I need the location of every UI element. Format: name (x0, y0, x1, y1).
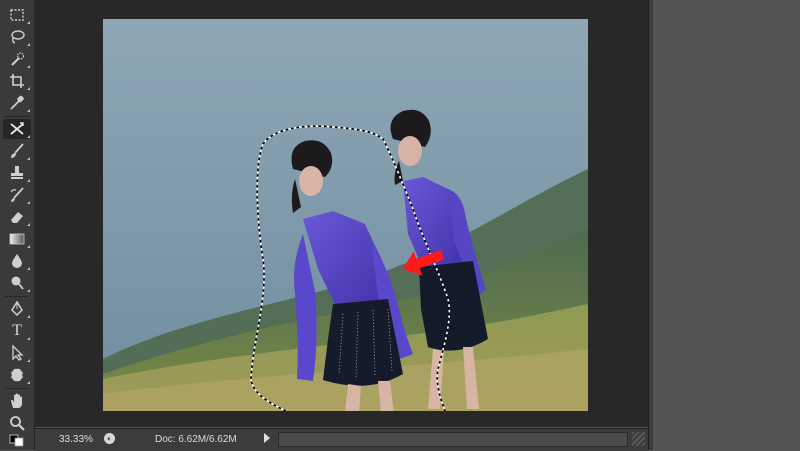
status-info-icon[interactable]: ◐ (104, 433, 115, 444)
fg-bg-color-icon (9, 434, 24, 447)
brush-tool[interactable] (3, 141, 31, 161)
status-bar: 33.33% ◐ Doc: 6.62M/6.62M (35, 428, 648, 451)
brush-icon (11, 143, 24, 158)
zoom-level[interactable]: 33.33% (59, 434, 93, 445)
crop-tool[interactable] (3, 71, 31, 91)
content-aware-move-tool[interactable] (3, 119, 31, 139)
photo-woman-on-hillside (103, 19, 588, 411)
pen-tool[interactable] (3, 299, 31, 319)
tools-panel: T (0, 0, 35, 450)
zoom-icon (10, 416, 25, 431)
gradient-tool[interactable] (3, 229, 31, 249)
blur-drop-icon (12, 254, 22, 268)
history-brush-tool[interactable] (3, 185, 31, 205)
panel-scroll-strip[interactable] (649, 0, 653, 450)
custom-shape-icon (11, 368, 23, 382)
horizontal-scrollbar[interactable] (278, 432, 628, 447)
gradient-icon (9, 233, 25, 245)
lasso-icon (11, 30, 25, 44)
rect-marquee-icon (10, 9, 24, 21)
eyedropper-tool[interactable] (3, 93, 31, 113)
dodge-icon (11, 276, 24, 290)
history-brush-icon (10, 187, 24, 202)
pen-icon (11, 300, 23, 317)
clone-stamp-tool[interactable] (3, 163, 31, 183)
path-select-arrow-icon (12, 344, 24, 361)
marquee-tool[interactable] (3, 5, 31, 25)
eraser-icon (11, 212, 23, 223)
dodge-tool[interactable] (3, 273, 31, 293)
zoom-tool[interactable] (3, 413, 31, 433)
status-menu-arrow-icon[interactable] (264, 433, 270, 443)
resize-grip-icon[interactable] (632, 432, 645, 446)
document-size-info: Doc: 6.62M/6.62M (155, 434, 237, 445)
quick-select-icon (11, 52, 25, 66)
right-panel-area (648, 0, 800, 450)
shape-tool[interactable] (3, 365, 31, 385)
type-icon: T (12, 322, 22, 339)
eyedropper-icon (10, 95, 24, 110)
blur-tool[interactable] (3, 251, 31, 271)
hand-icon (11, 393, 22, 408)
hand-tool[interactable] (3, 391, 31, 411)
path-selection-tool[interactable] (3, 343, 31, 363)
stamp-icon (11, 166, 23, 179)
crop-icon (10, 74, 24, 88)
eraser-tool[interactable] (3, 207, 31, 227)
document-canvas[interactable] (103, 19, 588, 411)
type-tool[interactable]: T (3, 321, 31, 341)
color-swatches[interactable] (3, 432, 31, 448)
quick-selection-tool[interactable] (3, 49, 31, 69)
lasso-tool[interactable] (3, 27, 31, 47)
content-aware-move-icon (10, 122, 24, 135)
